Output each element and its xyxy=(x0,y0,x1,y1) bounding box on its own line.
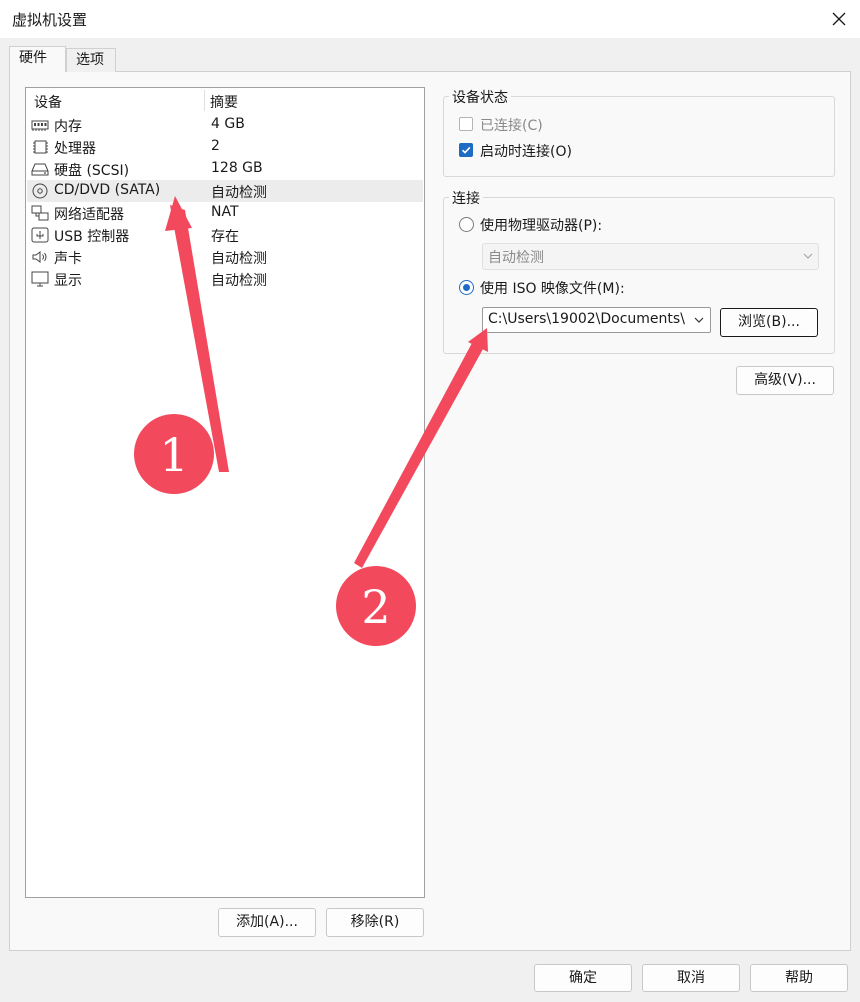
tab-options[interactable]: 选项 xyxy=(66,48,116,72)
connected-checkbox[interactable] xyxy=(459,117,473,131)
physical-drive-label[interactable]: 使用物理驱动器(P): xyxy=(480,215,602,235)
device-summary: 自动检测 xyxy=(211,185,267,201)
device-name: 声卡 xyxy=(54,251,82,267)
device-summary: 自动检测 xyxy=(211,251,267,267)
iso-path-combobox[interactable]: C:\Users\19002\Documents\V xyxy=(482,307,711,333)
device-summary: 4 GB xyxy=(211,116,245,132)
checkmark-icon xyxy=(461,146,471,154)
column-separator[interactable] xyxy=(204,90,205,111)
device-summary: 自动检测 xyxy=(211,273,267,289)
device-row-memory[interactable]: 内存 4 GB xyxy=(27,114,423,136)
device-row-cd-dvd[interactable]: CD/DVD (SATA) 自动检测 xyxy=(27,180,423,202)
speaker-icon xyxy=(32,251,47,263)
window-title: 虚拟机设置 xyxy=(12,11,88,29)
iso-image-label[interactable]: 使用 ISO 映像文件(M): xyxy=(480,278,625,298)
chevron-down-icon xyxy=(803,253,813,259)
memory-icon xyxy=(31,120,49,131)
physical-drive-value: 自动检测 xyxy=(488,250,544,266)
title-bar xyxy=(0,0,860,38)
device-name: 硬盘 (SCSI) xyxy=(54,163,130,179)
device-row-usb[interactable]: USB 控制器 存在 xyxy=(27,224,423,246)
device-row-hard-disk[interactable]: 硬盘 (SCSI) 128 GB xyxy=(27,158,423,180)
processor-icon xyxy=(33,140,48,154)
connected-label[interactable]: 已连接(C) xyxy=(480,115,543,135)
device-list[interactable]: 设备 摘要 内存 4 GB 处理器 2 硬盘 (SCSI) 128 GB CD/… xyxy=(25,87,425,898)
chevron-down-icon xyxy=(694,317,704,323)
column-header-device[interactable]: 设备 xyxy=(34,92,62,112)
usb-icon xyxy=(31,227,49,243)
device-row-display[interactable]: 显示 自动检测 xyxy=(27,268,423,290)
iso-path-value: C:\Users\19002\Documents\V xyxy=(488,311,685,327)
device-status-group xyxy=(443,96,835,177)
device-name: CD/DVD (SATA) xyxy=(54,182,161,198)
device-row-processor[interactable]: 处理器 2 xyxy=(27,136,423,158)
device-name: 显示 xyxy=(54,273,82,289)
network-adapter-icon xyxy=(31,205,49,221)
close-icon xyxy=(832,12,846,26)
browse-button[interactable]: 浏览(B)... xyxy=(720,308,818,337)
connection-title: 连接 xyxy=(449,188,483,208)
column-header-summary[interactable]: 摘要 xyxy=(210,92,238,112)
device-summary: 128 GB xyxy=(211,160,263,176)
device-summary: 2 xyxy=(211,138,220,154)
device-row-sound-card[interactable]: 声卡 自动检测 xyxy=(27,246,423,268)
device-summary: NAT xyxy=(211,204,239,220)
device-name: 网络适配器 xyxy=(54,207,124,223)
device-name: 内存 xyxy=(54,119,82,135)
device-name: USB 控制器 xyxy=(54,229,130,245)
help-button[interactable]: 帮助 xyxy=(750,964,848,992)
advanced-button[interactable]: 高级(V)... xyxy=(736,366,834,395)
device-status-title: 设备状态 xyxy=(449,87,511,107)
remove-device-button[interactable]: 移除(R) xyxy=(326,908,424,937)
cancel-button[interactable]: 取消 xyxy=(642,964,740,992)
tab-hardware[interactable]: 硬件 xyxy=(9,46,66,72)
device-name: 处理器 xyxy=(54,141,96,157)
physical-drive-radio[interactable] xyxy=(459,217,474,232)
hard-disk-icon xyxy=(31,163,49,176)
close-button[interactable] xyxy=(818,0,860,38)
physical-drive-select[interactable]: 自动检测 xyxy=(482,243,819,270)
add-device-button[interactable]: 添加(A)... xyxy=(218,908,316,937)
monitor-icon xyxy=(31,271,49,287)
connect-at-power-on-label[interactable]: 启动时连接(O) xyxy=(480,141,572,161)
ok-button[interactable]: 确定 xyxy=(534,964,632,992)
device-summary: 存在 xyxy=(211,229,239,245)
cd-dvd-icon xyxy=(32,183,48,199)
connect-at-power-on-checkbox[interactable] xyxy=(459,143,473,157)
device-row-network-adapter[interactable]: 网络适配器 NAT xyxy=(27,202,423,224)
iso-image-radio[interactable] xyxy=(459,280,474,295)
